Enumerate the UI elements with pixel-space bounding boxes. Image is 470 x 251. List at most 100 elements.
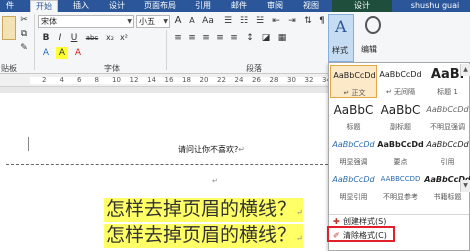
style-intense-quote[interactable]: AaBbCcDd 明显引用 <box>330 170 377 203</box>
show-marks-icon[interactable]: ¶ <box>316 15 328 27</box>
ruler-mark-label: 2 <box>42 76 47 84</box>
shading-icon[interactable]: ◪ <box>260 32 272 44</box>
justify-icon[interactable]: ≡ <box>214 32 226 44</box>
style-name: ↵ 无间隔 <box>385 88 416 96</box>
style-name: 书籍标题 <box>433 193 462 201</box>
style-name: 明显引用 <box>339 193 368 201</box>
font-size-combo[interactable]: 小五 ▼ <box>136 15 170 28</box>
clipboard-group-label: 贴板 <box>1 64 17 73</box>
ruler-mark-label: 18 <box>182 76 191 84</box>
align-right-icon[interactable]: ≡ <box>200 32 212 44</box>
ruler-mark-label: 26 <box>252 76 261 84</box>
document-page[interactable]: 请问让你不喜欢?↵ ↵ 怎样去掉页眉的横线？↵ 怎样去掉页眉的横线？↵ <box>0 93 328 251</box>
tab-design[interactable]: 设计 <box>104 0 130 12</box>
style-no-spacing[interactable]: AaBbCcDd ↵ 无间隔 <box>377 65 424 98</box>
change-case-button[interactable]: Aa <box>200 15 216 27</box>
tab-mailings[interactable]: 邮件 <box>226 0 252 12</box>
tab-file[interactable]: 件 <box>0 0 20 12</box>
style-sample: AaBbC <box>333 103 374 117</box>
superscript-button[interactable]: x² <box>118 32 130 44</box>
tab-review[interactable]: 审阅 <box>262 0 288 12</box>
tab-references[interactable]: 引用 <box>190 0 216 12</box>
style-quote[interactable]: AaBbCcDd 引用 <box>424 135 470 168</box>
decrease-indent-icon[interactable]: ⇤ <box>270 15 282 27</box>
sort-icon[interactable]: ⇅ <box>302 15 314 27</box>
style-name: 不明显参考 <box>383 193 418 201</box>
style-subtle-reference[interactable]: AABBCCDD 不明显参考 <box>377 170 424 203</box>
increase-indent-icon[interactable]: ⇥ <box>286 15 298 27</box>
document-area: 请问让你不喜欢?↵ ↵ 怎样去掉页眉的横线？↵ 怎样去掉页眉的横线？↵ <box>0 87 328 251</box>
format-painter-icon[interactable]: ✎ <box>18 42 30 54</box>
chevron-down-icon: ▼ <box>127 18 132 25</box>
style-name: 标题 1 <box>437 88 458 96</box>
header-text[interactable]: 请问让你不喜欢?↵ <box>178 144 245 155</box>
distributed-icon[interactable]: ≡ <box>228 32 240 44</box>
style-sample: AaBbCcDd <box>333 71 376 80</box>
grow-font-button[interactable]: A <box>172 15 184 27</box>
style-name: 要点 <box>393 158 408 166</box>
styles-button[interactable]: A 样式 <box>328 14 354 62</box>
strikethrough-button[interactable]: abc <box>84 32 100 44</box>
gallery-scroll-up[interactable]: ▲ <box>460 64 470 76</box>
subscript-button[interactable]: x₂ <box>104 32 116 44</box>
tab-home[interactable]: 开始 <box>30 0 58 12</box>
styles-gallery-panel: AaBbCcDd ↵ 正文 AaBbCcDd ↵ 无间隔 AaBl 标题 1 A… <box>328 62 470 251</box>
tab-view[interactable]: 视图 <box>298 0 324 12</box>
text-effects-button[interactable]: A <box>40 47 52 59</box>
paragraph-mark: ↵ <box>238 145 245 154</box>
style-strong[interactable]: AaBbCcDd 要点 <box>377 135 424 168</box>
copy-icon[interactable]: ⧉ <box>18 28 30 40</box>
horizontal-ruler[interactable]: 2 4 6 8 10 12 14 16 18 20 22 24 26 28 30 32 34 <box>0 74 331 87</box>
ruler-mark-label: 24 <box>234 76 244 84</box>
crop-mark <box>28 137 29 151</box>
body-line-2-text: 怎样去掉页眉的横线？ <box>106 224 297 246</box>
style-intense-emphasis[interactable]: AaBbCcDd 明显强调 <box>330 135 377 168</box>
style-subtitle[interactable]: AaBbC 副标题 <box>377 100 424 133</box>
styles-icon: A <box>335 17 347 36</box>
tab-header-design[interactable]: 设计 <box>332 0 392 12</box>
line-spacing-icon[interactable]: ↕ <box>244 32 256 44</box>
body-line-2[interactable]: 怎样去掉页眉的横线？↵ <box>104 224 303 248</box>
paragraph-mark: ↵ <box>212 177 218 185</box>
font-size-value: 小五 <box>139 17 155 26</box>
paste-icon[interactable] <box>2 16 16 40</box>
style-subtle-emphasis[interactable]: AaBbCcDd 不明显强调 <box>424 100 470 133</box>
tab-page-layout[interactable]: 页面布局 <box>140 0 180 12</box>
cut-icon[interactable]: ✂ <box>18 14 30 26</box>
editing-button[interactable]: 编辑 <box>358 14 388 62</box>
tab-insert[interactable]: 插入 <box>68 0 94 12</box>
highlight-color-button[interactable]: A <box>56 47 68 59</box>
ruler-mark-label: 28 <box>269 76 279 84</box>
ruler-mark-label: 30 <box>287 76 296 84</box>
bullets-icon[interactable]: ☰ <box>222 15 234 27</box>
paragraph-group-label: 段落 <box>246 64 262 73</box>
underline-button[interactable]: U <box>68 32 80 44</box>
italic-button[interactable]: I <box>54 32 66 44</box>
gallery-scroll-down[interactable]: ▼ <box>460 180 470 192</box>
style-name: 明显强调 <box>339 158 368 166</box>
style-sample: AaBbCcDd <box>426 140 469 149</box>
numbering-icon[interactable]: ☷ <box>238 15 250 27</box>
editing-button-label: 编辑 <box>361 45 377 54</box>
shrink-font-button[interactable]: A <box>186 15 198 27</box>
body-line-1[interactable]: 怎样去掉页眉的横线？↵ <box>104 198 303 222</box>
paragraph-mark: ↵ <box>296 208 303 217</box>
ruler-mark-label: 16 <box>164 76 174 84</box>
multilevel-list-icon[interactable]: ☱ <box>254 15 266 27</box>
body-line-1-text: 怎样去掉页眉的横线？ <box>106 198 297 220</box>
user-account[interactable]: shushu guai <box>404 0 466 12</box>
ruler-mark-label: 6 <box>77 76 82 84</box>
font-color-button[interactable]: A <box>72 47 84 59</box>
find-icon <box>365 16 381 34</box>
align-left-icon[interactable]: ≡ <box>172 32 184 44</box>
style-title[interactable]: AaBbC 标题 <box>330 100 377 133</box>
bold-button[interactable]: B <box>40 32 52 44</box>
paragraph-mark: ↵ <box>296 234 303 243</box>
style-sample: AaBbCcDd <box>332 140 375 149</box>
ruler-mark-label: 12 <box>129 76 139 84</box>
align-center-icon[interactable]: ≡ <box>186 32 198 44</box>
style-name: 不明显强调 <box>430 123 465 131</box>
style-normal[interactable]: AaBbCcDd ↵ 正文 <box>330 65 377 98</box>
borders-icon[interactable]: ▦ <box>276 32 288 44</box>
font-name-combo[interactable]: 宋体 ▼ <box>38 15 134 28</box>
